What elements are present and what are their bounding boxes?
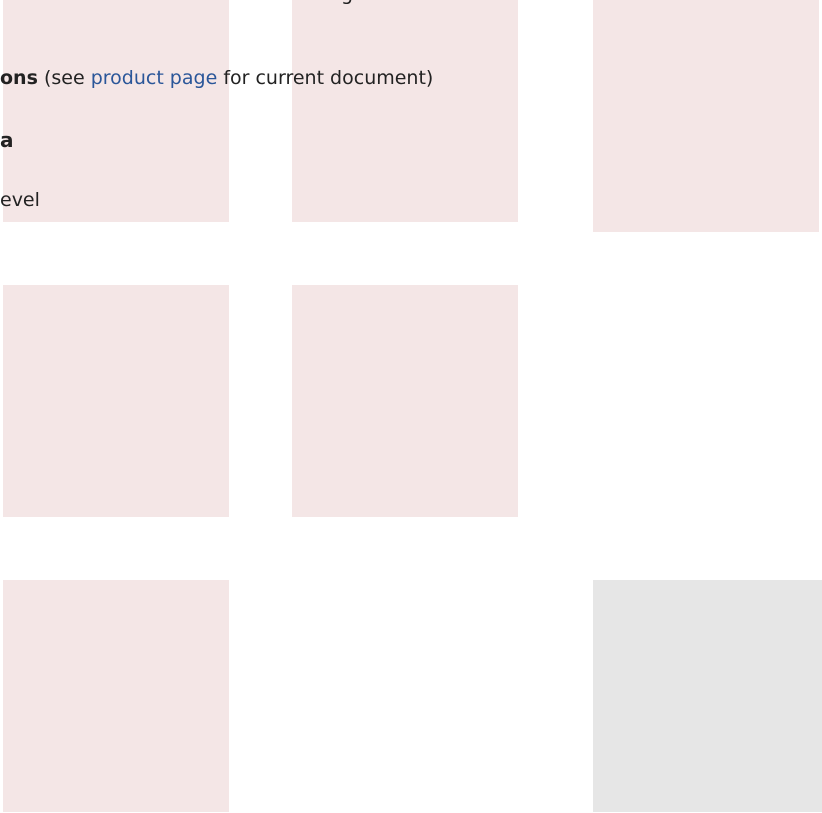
section-heading: a <box>0 128 14 152</box>
cropped-top-text: g <box>341 0 353 6</box>
specifications-label: ons <box>0 67 38 89</box>
thumbnail-tile-6[interactable] <box>3 580 229 812</box>
specs-note-suffix: for current document) <box>223 67 434 89</box>
page: g ons (see product page for current docu… <box>0 0 822 813</box>
level-text: evel <box>0 189 40 211</box>
thumbnail-tile-2[interactable] <box>292 0 518 222</box>
thumbnail-tile-3[interactable] <box>593 0 819 232</box>
specs-note-prefix: (see <box>43 67 85 89</box>
placeholder-tile <box>593 580 822 812</box>
product-page-link[interactable]: product page <box>91 67 218 89</box>
thumbnail-tile-5[interactable] <box>292 285 518 517</box>
thumbnail-tile-4[interactable] <box>3 285 229 517</box>
specifications-line: ons (see product page for current docume… <box>0 66 433 90</box>
